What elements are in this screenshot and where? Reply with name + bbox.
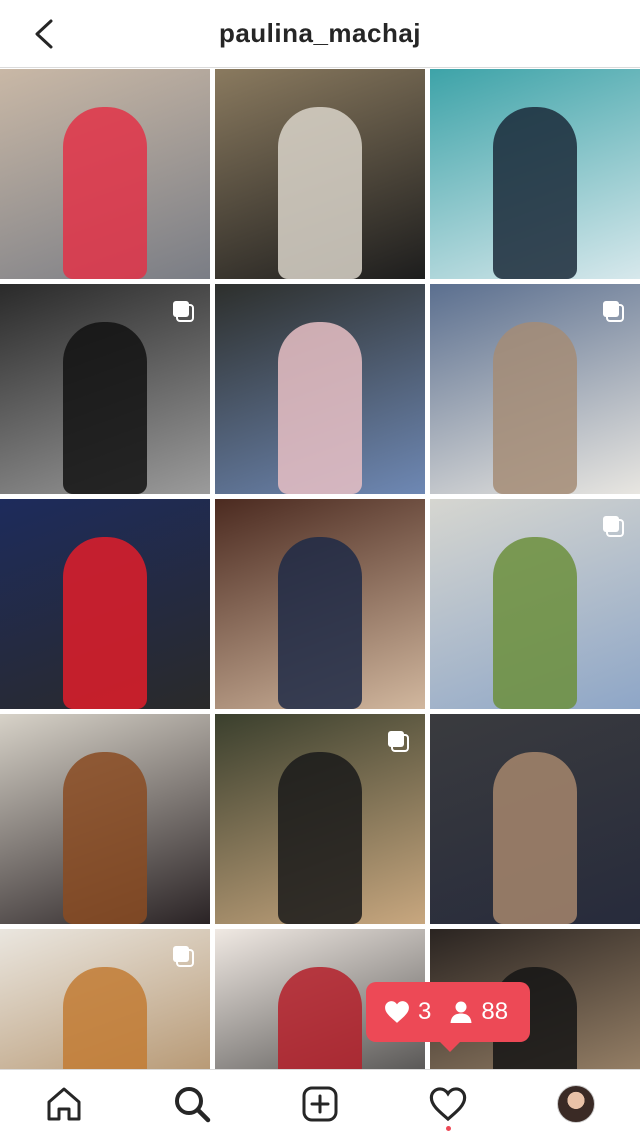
post-thumbnail-new-years-eve-backdrop[interactable] bbox=[0, 499, 210, 709]
photo-subject bbox=[278, 106, 362, 279]
person-icon bbox=[450, 1001, 472, 1023]
photo-subject bbox=[63, 106, 147, 279]
nav-search[interactable] bbox=[170, 1082, 214, 1126]
multiple-photos-icon bbox=[603, 301, 624, 322]
multiple-photos-icon bbox=[603, 516, 624, 537]
post-thumbnail-group-of-four[interactable] bbox=[430, 284, 640, 494]
search-icon bbox=[175, 1087, 211, 1123]
photo-subject bbox=[278, 536, 362, 709]
post-thumbnail-couple-in-red-dress[interactable] bbox=[0, 69, 210, 279]
new-post-icon bbox=[302, 1086, 338, 1122]
post-thumbnail-couple-by-pool[interactable] bbox=[430, 69, 640, 279]
activity-dot bbox=[446, 1126, 451, 1131]
post-thumbnail-golden-retriever-and-bulldog[interactable] bbox=[0, 929, 210, 1069]
post-thumbnail-couple-with-rose[interactable] bbox=[0, 284, 210, 494]
nav-profile[interactable] bbox=[554, 1082, 598, 1126]
post-thumbnail-birthday-candle[interactable] bbox=[215, 714, 425, 924]
post-grid bbox=[0, 69, 640, 1069]
photo-subject bbox=[63, 966, 147, 1069]
activity-notification-bubble[interactable]: 3 88 bbox=[366, 982, 530, 1052]
bottom-navigation bbox=[0, 1069, 640, 1138]
home-icon bbox=[47, 1087, 81, 1121]
post-thumbnail-woman-with-dog[interactable] bbox=[0, 714, 210, 924]
photo-subject bbox=[63, 536, 147, 709]
profile-username: paulina_machaj bbox=[218, 18, 422, 48]
post-thumbnail-two-friends-night[interactable] bbox=[215, 284, 425, 494]
multiple-photos-icon bbox=[388, 731, 409, 752]
photo-subject bbox=[493, 751, 577, 924]
post-thumbnail-woman-squatting-path[interactable] bbox=[430, 499, 640, 709]
photo-subject bbox=[63, 751, 147, 924]
photo-subject bbox=[278, 751, 362, 924]
post-thumbnail-woman-outdoor-stairs[interactable] bbox=[215, 69, 425, 279]
profile-avatar bbox=[557, 1085, 595, 1123]
photo-subject bbox=[63, 321, 147, 494]
heart-icon bbox=[385, 1001, 409, 1023]
photo-subject bbox=[493, 106, 577, 279]
photo-subject bbox=[278, 321, 362, 494]
photo-subject bbox=[278, 966, 362, 1069]
nav-new-post[interactable] bbox=[298, 1082, 342, 1126]
nav-activity[interactable] bbox=[426, 1082, 470, 1126]
top-bar: paulina_machaj bbox=[0, 0, 640, 68]
likes-count: 3 bbox=[418, 998, 432, 1025]
photo-subject bbox=[493, 321, 577, 494]
activity-icon bbox=[429, 1087, 467, 1122]
multiple-photos-icon bbox=[173, 301, 194, 322]
photo-subject bbox=[493, 536, 577, 709]
followers-count: 88 bbox=[481, 998, 509, 1025]
multiple-photos-icon bbox=[173, 946, 194, 967]
post-thumbnail-couple-kissing-bench[interactable] bbox=[430, 714, 640, 924]
nav-home[interactable] bbox=[42, 1082, 86, 1126]
post-thumbnail-couple-festive-lights[interactable] bbox=[215, 499, 425, 709]
